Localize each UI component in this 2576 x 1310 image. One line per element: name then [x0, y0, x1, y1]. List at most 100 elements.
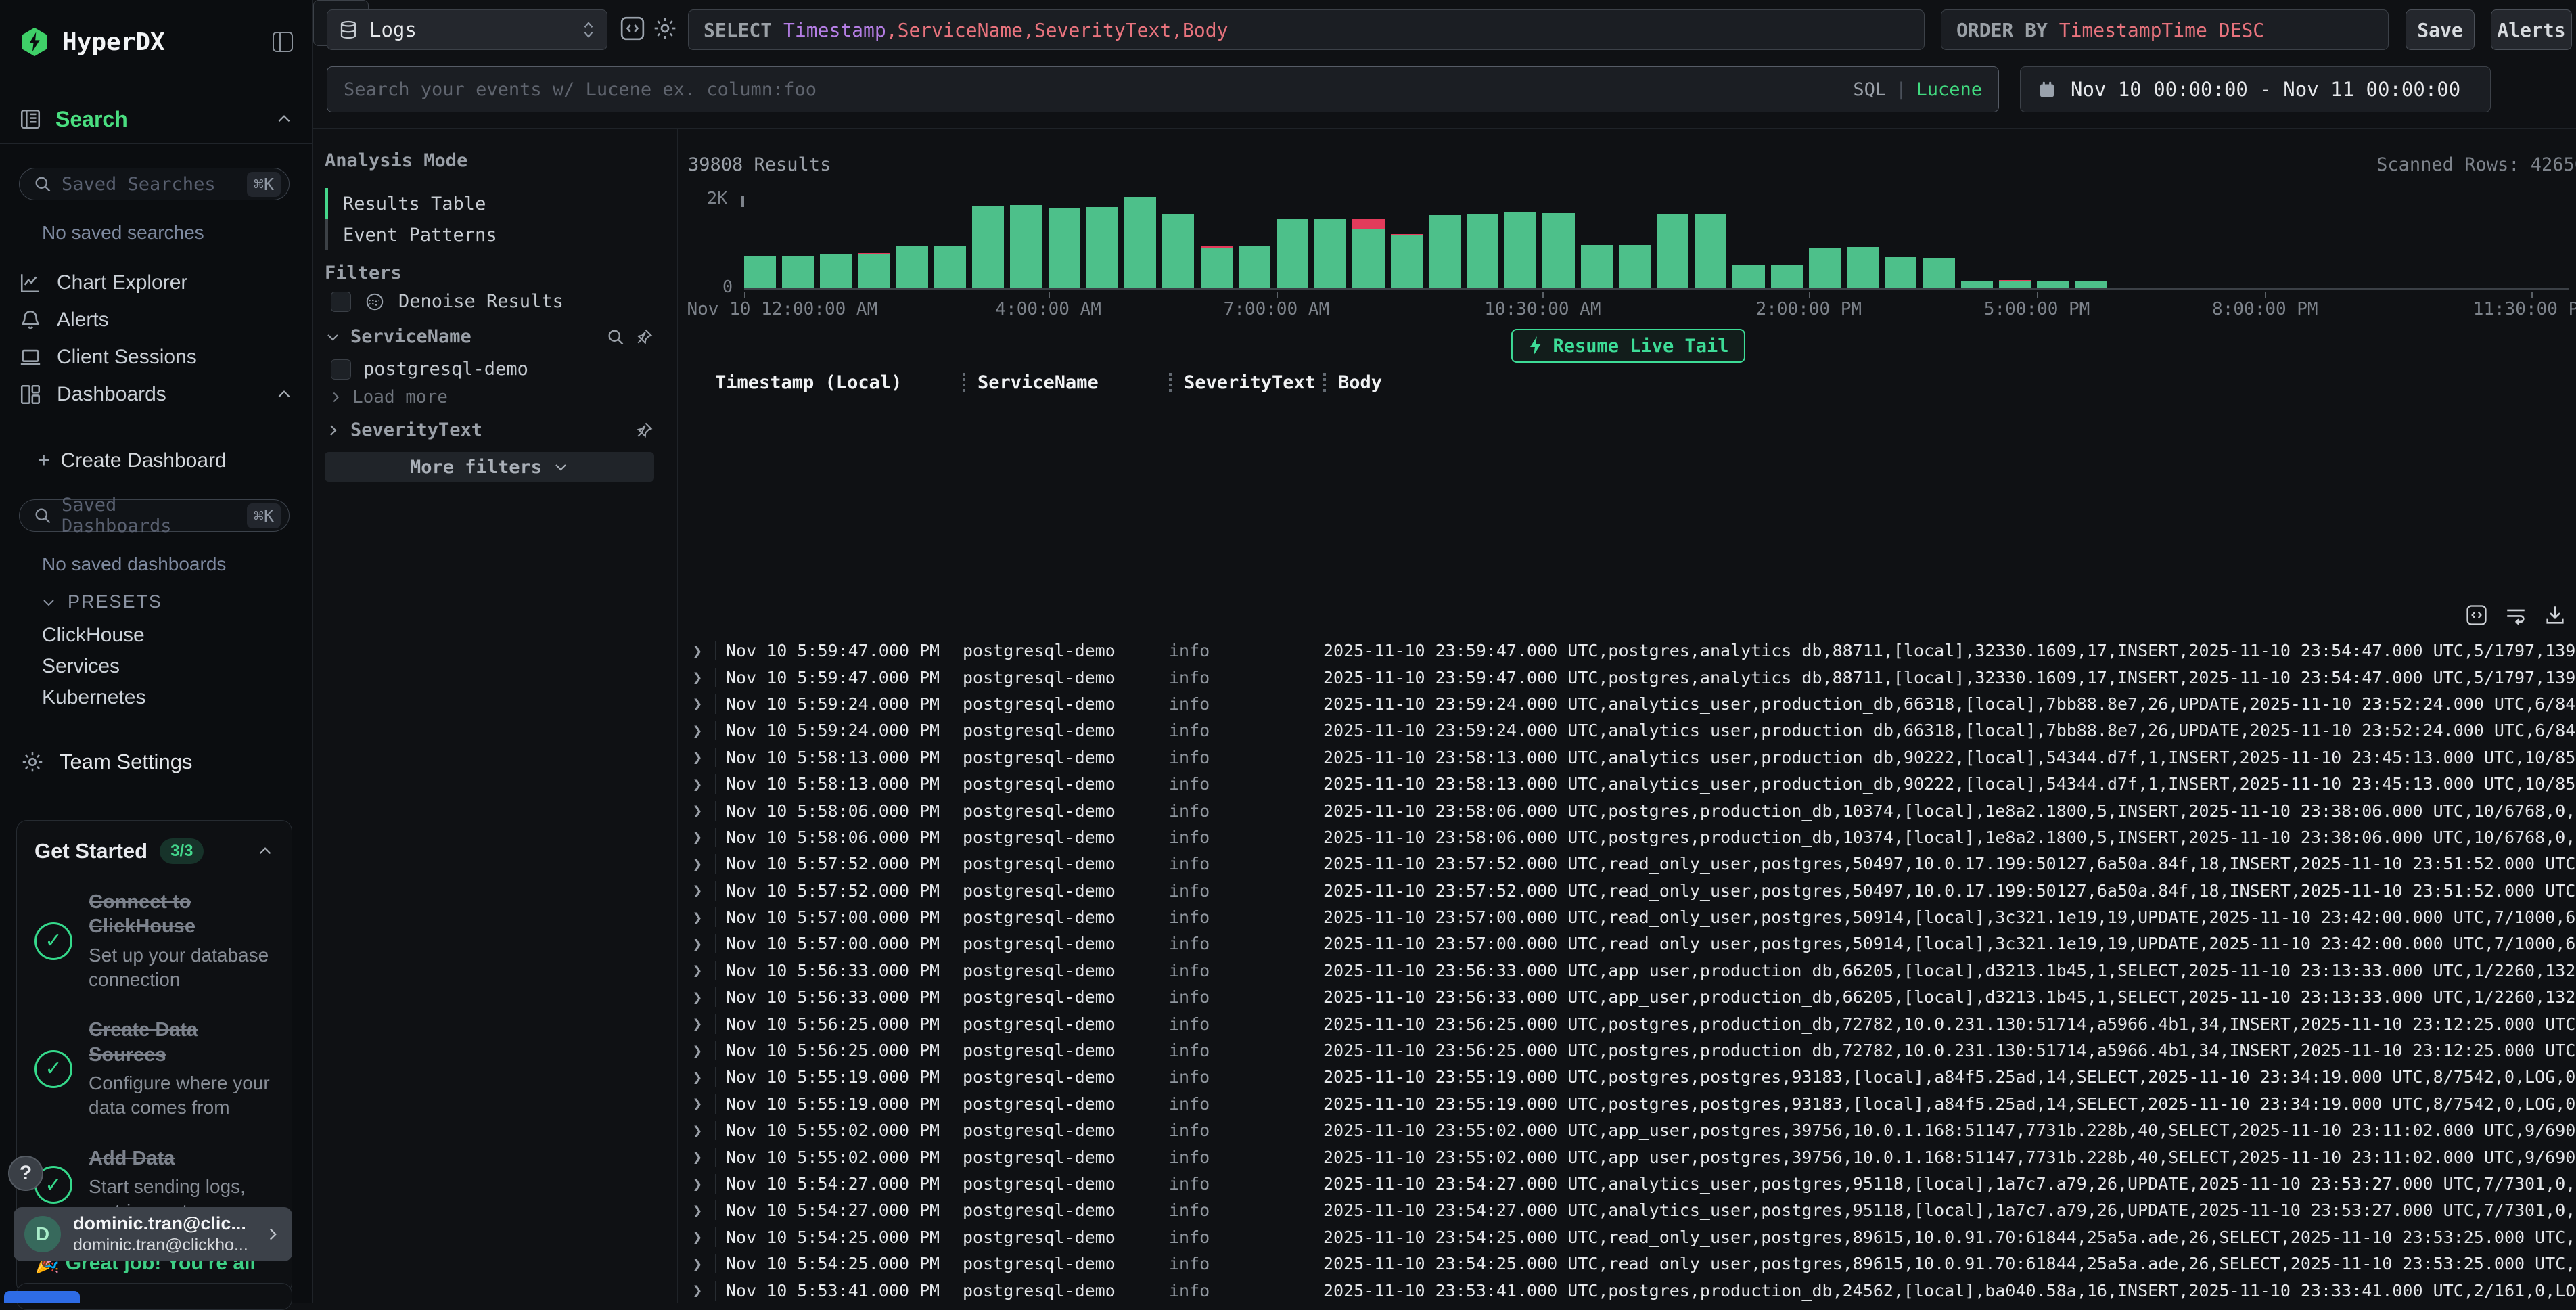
pin-icon[interactable] [635, 421, 653, 440]
column-header-severitytext[interactable]: SeverityText [1169, 372, 1323, 393]
table-row[interactable]: ❯Nov 10 5:57:52.000 PMpostgresql-demoinf… [680, 851, 2576, 877]
row-expander-icon[interactable]: ❯ [680, 1281, 715, 1300]
user-profile-card[interactable]: D dominic.tran@clic... dominic.tran@clic… [14, 1207, 292, 1261]
table-body[interactable]: ❯Nov 10 5:59:47.000 PMpostgresql-demoinf… [680, 637, 2576, 1303]
table-row[interactable]: ❯Nov 10 5:59:24.000 PMpostgresql-demoinf… [680, 717, 2576, 744]
table-row[interactable]: ❯Nov 10 5:59:47.000 PMpostgresql-demoinf… [680, 664, 2576, 690]
row-expander-icon[interactable]: ❯ [680, 801, 715, 820]
lang-toggle-lucene[interactable]: Lucene [1916, 79, 1982, 100]
row-expander-icon[interactable]: ❯ [680, 908, 715, 927]
histogram-bar[interactable] [744, 196, 776, 288]
histogram-bar[interactable] [1086, 196, 1118, 288]
column-header-timestamp[interactable]: Timestamp (Local) [715, 372, 963, 393]
load-more-button[interactable]: Load more [328, 387, 448, 407]
table-row[interactable]: ❯Nov 10 5:58:06.000 PMpostgresql-demoinf… [680, 824, 2576, 851]
row-expander-icon[interactable]: ❯ [680, 855, 715, 874]
column-header-servicename[interactable]: ServiceName [963, 372, 1169, 393]
table-row[interactable]: ❯Nov 10 5:58:06.000 PMpostgresql-demoinf… [680, 797, 2576, 823]
histogram-bar[interactable] [1124, 196, 1156, 288]
histogram-bar[interactable] [820, 196, 852, 288]
table-row[interactable]: ❯Nov 10 5:56:33.000 PMpostgresql-demoinf… [680, 984, 2576, 1010]
histogram-bar[interactable] [1771, 196, 1803, 288]
histogram-bar[interactable] [858, 196, 890, 288]
row-expander-icon[interactable]: ❯ [680, 668, 715, 687]
histogram-bar[interactable] [1999, 196, 2031, 288]
histogram-bar[interactable] [2075, 196, 2107, 288]
column-resize-handle[interactable] [1169, 373, 1172, 392]
histogram-bar[interactable] [1314, 196, 1346, 288]
row-expander-icon[interactable]: ❯ [680, 881, 715, 900]
table-row[interactable]: ❯Nov 10 5:54:27.000 PMpostgresql-demoinf… [680, 1197, 2576, 1223]
histogram-bar[interactable] [1542, 196, 1574, 288]
date-range-picker[interactable]: Nov 10 00:00:00 - Nov 11 00:00:00 [2020, 66, 2491, 112]
table-row[interactable]: ❯Nov 10 5:55:02.000 PMpostgresql-demoinf… [680, 1117, 2576, 1144]
histogram-bar[interactable] [1809, 196, 1841, 288]
denoise-checkbox[interactable] [331, 292, 351, 312]
table-row[interactable]: ❯Nov 10 5:55:19.000 PMpostgresql-demoinf… [680, 1064, 2576, 1090]
search-events-input[interactable]: Search your events w/ Lucene ex. column:… [327, 66, 1999, 112]
servicename-checkbox[interactable] [331, 359, 351, 380]
histogram-bar[interactable] [1923, 196, 1954, 288]
histogram-bar[interactable] [1657, 196, 1688, 288]
histogram-bar[interactable] [1352, 196, 1384, 288]
histogram-bar[interactable] [1201, 196, 1233, 288]
row-expander-icon[interactable]: ❯ [680, 641, 715, 660]
row-expander-icon[interactable]: ❯ [680, 961, 715, 980]
histogram-bar[interactable] [972, 196, 1004, 288]
histogram-bar[interactable] [1467, 196, 1498, 288]
table-row[interactable]: ❯Nov 10 5:58:13.000 PMpostgresql-demoinf… [680, 744, 2576, 771]
code-view-icon[interactable] [2465, 604, 2488, 627]
wrap-text-icon[interactable] [2504, 604, 2527, 627]
histogram-bar[interactable] [896, 196, 928, 288]
table-row[interactable]: ❯Nov 10 5:54:27.000 PMpostgresql-demoinf… [680, 1171, 2576, 1197]
row-expander-icon[interactable]: ❯ [680, 1068, 715, 1087]
histogram-bar[interactable] [782, 196, 814, 288]
column-resize-handle[interactable] [963, 373, 965, 392]
row-expander-icon[interactable]: ❯ [680, 828, 715, 846]
saved-searches-input[interactable]: Saved Searches ⌘K [19, 168, 290, 200]
row-expander-icon[interactable]: ❯ [680, 748, 715, 767]
histogram-bar[interactable] [1885, 196, 1916, 288]
code-toggle-icon[interactable] [619, 15, 646, 42]
table-row[interactable]: ❯Nov 10 5:54:25.000 PMpostgresql-demoinf… [680, 1250, 2576, 1277]
table-row[interactable]: ❯Nov 10 5:56:33.000 PMpostgresql-demoinf… [680, 957, 2576, 984]
histogram-bar[interactable] [1162, 196, 1194, 288]
histogram-bar[interactable] [1961, 196, 1993, 288]
filter-group-severitytext[interactable]: SeverityText [325, 420, 653, 441]
table-row[interactable]: ❯Nov 10 5:59:24.000 PMpostgresql-demoinf… [680, 691, 2576, 717]
histogram-bar[interactable] [934, 196, 966, 288]
histogram-bar[interactable] [1504, 196, 1536, 288]
row-expander-icon[interactable]: ❯ [680, 988, 715, 1007]
presets-section-toggle[interactable]: PRESETS [41, 591, 162, 612]
download-icon[interactable] [2544, 604, 2567, 627]
histogram-bar[interactable] [1239, 196, 1270, 288]
histogram-bar[interactable] [1429, 196, 1460, 288]
row-expander-icon[interactable]: ❯ [680, 1227, 715, 1246]
row-expander-icon[interactable]: ❯ [680, 1201, 715, 1220]
histogram-bar[interactable] [1276, 196, 1308, 288]
events-histogram[interactable]: 2K 0 Nov 10 12:00:00 AM4:00:00 AM7:00:00… [744, 196, 2569, 290]
histogram-bar[interactable] [1695, 196, 1726, 288]
row-expander-icon[interactable]: ❯ [680, 1094, 715, 1113]
histogram-bar[interactable] [1847, 196, 1879, 288]
table-row[interactable]: ❯Nov 10 5:55:19.000 PMpostgresql-demoinf… [680, 1091, 2576, 1117]
table-row[interactable]: ❯Nov 10 5:59:47.000 PMpostgresql-demoinf… [680, 637, 2576, 664]
histogram-bar[interactable] [1581, 196, 1613, 288]
histogram-bar[interactable] [1391, 196, 1423, 288]
table-row[interactable]: ❯Nov 10 5:55:02.000 PMpostgresql-demoinf… [680, 1144, 2576, 1170]
filter-group-servicename[interactable]: ServiceName [325, 326, 653, 347]
sidebar-collapse-icon[interactable] [273, 32, 293, 52]
table-row[interactable]: ❯Nov 10 5:54:25.000 PMpostgresql-demoinf… [680, 1224, 2576, 1250]
search-icon[interactable] [606, 328, 625, 346]
row-expander-icon[interactable]: ❯ [680, 934, 715, 953]
source-settings-gear-icon[interactable] [651, 15, 678, 42]
table-row[interactable]: ❯Nov 10 5:56:25.000 PMpostgresql-demoinf… [680, 1037, 2576, 1064]
row-expander-icon[interactable]: ❯ [680, 1175, 715, 1194]
get-started-step-datasources[interactable]: ✓ Create Data Sources Configure where yo… [34, 1018, 274, 1120]
preset-item-services[interactable]: Services [42, 655, 120, 678]
save-button[interactable]: Save [2406, 9, 2475, 50]
table-row[interactable]: ❯Nov 10 5:57:00.000 PMpostgresql-demoinf… [680, 930, 2576, 957]
saved-dashboards-input[interactable]: Saved Dashboards ⌘K [19, 499, 290, 532]
order-by-input[interactable]: ORDER BY TimestampTime DESC [1941, 9, 2389, 50]
row-expander-icon[interactable]: ❯ [680, 1014, 715, 1033]
